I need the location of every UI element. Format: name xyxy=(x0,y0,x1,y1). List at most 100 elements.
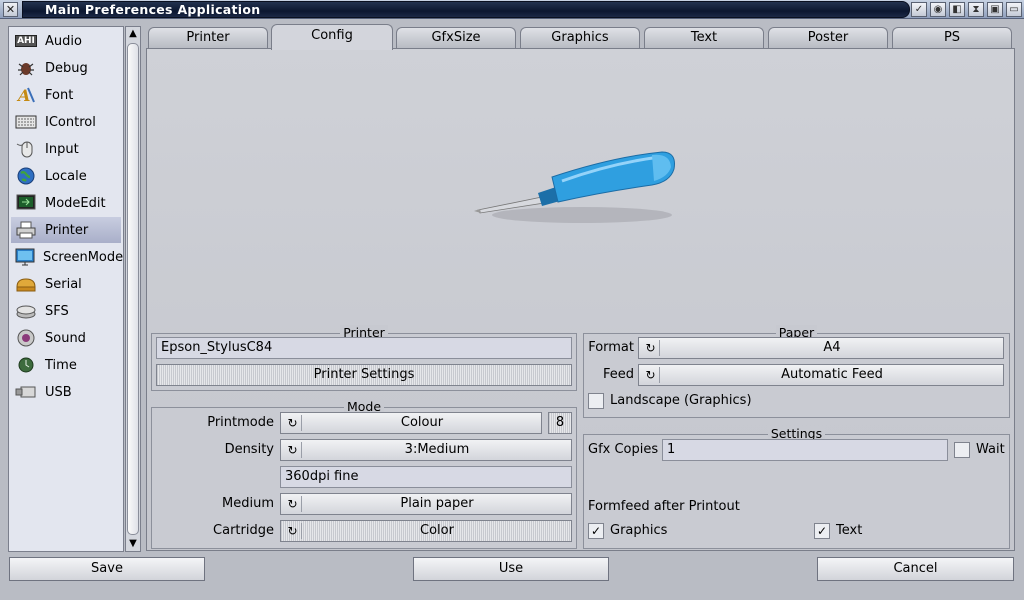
cycle-icon: ↻ xyxy=(284,442,302,458)
sidebar-item-icontrol[interactable]: IControl xyxy=(11,109,121,135)
medium-value: Plain paper xyxy=(400,496,474,511)
sidebar-item-modeedit[interactable]: ModeEdit xyxy=(11,190,121,216)
snapshot-button[interactable]: ✓ xyxy=(911,2,927,17)
sidebar-item-label: Serial xyxy=(45,276,82,292)
sidebar-item-locale[interactable]: Locale xyxy=(11,163,121,189)
sidebar-item-audio[interactable]: AHI Audio xyxy=(11,28,121,54)
cycle-icon: ↻ xyxy=(284,496,302,512)
gfx-copies-label: Gfx Copies xyxy=(588,442,659,457)
cycle-icon: ↻ xyxy=(284,415,302,431)
cartridge-value: Color xyxy=(420,523,454,538)
printer-group: Printer Epson_StylusC84 Printer Settings xyxy=(151,325,577,391)
sidebar-item-usb[interactable]: USB xyxy=(11,379,121,405)
sidebar-item-label: Debug xyxy=(45,60,88,76)
sidebar-item-debug[interactable]: Debug xyxy=(11,55,121,81)
screen-icon xyxy=(15,247,35,267)
sidebar-item-label: ModeEdit xyxy=(45,195,106,211)
tab-ps[interactable]: PS xyxy=(892,27,1012,49)
landscape-label: Landscape (Graphics) xyxy=(610,393,752,408)
sidebar-item-sound[interactable]: Sound xyxy=(11,325,121,351)
printer-icon xyxy=(15,220,37,240)
sidebar-item-label: Audio xyxy=(45,33,82,49)
popup-button[interactable]: ◧ xyxy=(949,2,965,17)
close-window-button[interactable]: ✕ xyxy=(3,2,18,17)
tab-config[interactable]: Config xyxy=(271,24,393,50)
iconify-button[interactable]: ⧗ xyxy=(968,2,984,17)
gfx-copies-field[interactable]: 1 xyxy=(662,439,948,461)
sidebar-item-font[interactable]: A Font xyxy=(11,82,121,108)
sidebar-item-label: IControl xyxy=(45,114,96,130)
ahi-icon: AHI xyxy=(15,35,37,47)
sidebar-item-screenmode[interactable]: ScreenMode xyxy=(11,244,123,270)
sidebar-item-time[interactable]: Time xyxy=(11,352,121,378)
cycle-icon: ↻ xyxy=(642,367,660,383)
disk-icon xyxy=(15,301,37,321)
mode-group: Mode Printmode ↻ Colour 8 Density ↻ 3:Me… xyxy=(151,399,577,549)
usb-icon xyxy=(15,382,37,402)
medium-cycle[interactable]: ↻ Plain paper xyxy=(280,493,572,515)
monitor-icon xyxy=(15,193,37,213)
sidebar-item-label: SFS xyxy=(45,303,69,319)
depth-button[interactable]: ▭ xyxy=(1006,2,1022,17)
cancel-button[interactable]: Cancel xyxy=(817,557,1014,581)
formfeed-graphics-checkbox[interactable]: ✓ xyxy=(588,523,604,539)
title-bar: ✕ Main Preferences Application ✓ ◉ ◧ ⧗ ▣… xyxy=(0,0,1024,19)
globe-icon xyxy=(15,166,37,186)
feed-cycle[interactable]: ↻ Automatic Feed xyxy=(638,364,1004,386)
scroll-thumb[interactable] xyxy=(127,43,139,535)
settings-group: Settings Gfx Copies 1 Wait Formfeed afte… xyxy=(583,426,1010,549)
sidebar-scrollbar[interactable]: ▲ ▼ xyxy=(125,26,141,552)
sidebar-item-label: Input xyxy=(45,141,79,157)
sidebar-item-serial[interactable]: Serial xyxy=(11,271,121,297)
printmode-extra-button[interactable]: 8 xyxy=(548,412,572,434)
save-button[interactable]: Save xyxy=(9,557,205,581)
scroll-down-button[interactable]: ▼ xyxy=(126,537,140,551)
tab-printer[interactable]: Printer xyxy=(148,27,268,49)
resolution-field[interactable]: 360dpi fine xyxy=(280,466,572,488)
formfeed-graphics-label: Graphics xyxy=(610,523,668,538)
bug-icon xyxy=(15,58,37,78)
window-controls: ✓ ◉ ◧ ⧗ ▣ ▭ xyxy=(911,2,1022,17)
sidebar-item-label: USB xyxy=(45,384,72,400)
sidebar-item-input[interactable]: Input xyxy=(11,136,121,162)
screwdriver-icon xyxy=(474,151,675,223)
printmode-label: Printmode xyxy=(207,415,274,430)
tab-poster[interactable]: Poster xyxy=(768,27,888,49)
printer-name-field[interactable]: Epson_StylusC84 xyxy=(156,337,572,359)
cycle-icon: ↻ xyxy=(642,340,660,356)
zoom-button[interactable]: ▣ xyxy=(987,2,1003,17)
sidebar-item-label: Locale xyxy=(45,168,87,184)
use-button[interactable]: Use xyxy=(413,557,609,581)
density-cycle[interactable]: ↻ 3:Medium xyxy=(280,439,572,461)
cartridge-cycle[interactable]: ↻ Color xyxy=(280,520,572,542)
wait-checkbox[interactable] xyxy=(954,442,970,458)
feed-label: Feed xyxy=(602,367,634,382)
formfeed-text-checkbox[interactable]: ✓ xyxy=(814,523,830,539)
tab-text[interactable]: Text xyxy=(644,27,764,49)
format-cycle[interactable]: ↻ A4 xyxy=(638,337,1004,359)
window-title: Main Preferences Application xyxy=(22,1,910,18)
printmode-value: Colour xyxy=(400,415,444,430)
feed-value: Automatic Feed xyxy=(781,367,883,382)
tab-gfxsize[interactable]: GfxSize xyxy=(396,27,516,49)
sidebar-item-sfs[interactable]: SFS xyxy=(11,298,121,324)
printmode-cycle[interactable]: ↻ Colour xyxy=(280,412,542,434)
cycle-icon: ↻ xyxy=(284,523,302,539)
cartridge-label: Cartridge xyxy=(213,523,274,538)
serial-icon xyxy=(15,274,37,294)
sidebar-item-label: Time xyxy=(45,357,77,373)
sidebar-list[interactable]: AHI Audio Debug A Font IControl Input Lo… xyxy=(8,26,124,552)
printer-settings-button[interactable]: Printer Settings xyxy=(156,364,572,386)
density-label: Density xyxy=(224,442,274,457)
format-value: A4 xyxy=(823,340,841,355)
format-label: Format xyxy=(588,340,634,355)
density-value: 3:Medium xyxy=(404,442,470,457)
sidebar-item-printer[interactable]: Printer xyxy=(11,217,121,243)
font-icon: A xyxy=(15,85,37,105)
paper-group: Paper Format ↻ A4 Feed ↻ Automatic Feed … xyxy=(583,325,1010,418)
jump-button[interactable]: ◉ xyxy=(930,2,946,17)
formfeed-text-label: Text xyxy=(836,523,863,538)
scroll-up-button[interactable]: ▲ xyxy=(126,27,140,41)
landscape-checkbox[interactable] xyxy=(588,393,604,409)
tab-graphics[interactable]: Graphics xyxy=(520,27,640,49)
